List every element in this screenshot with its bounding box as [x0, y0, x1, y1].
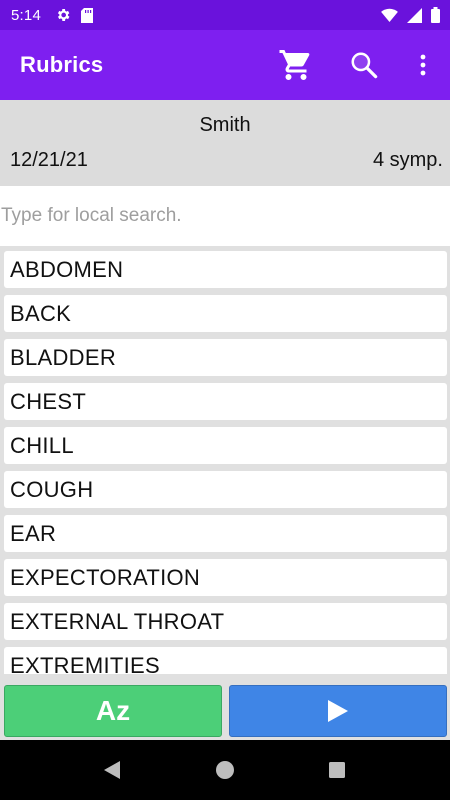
- list-item[interactable]: BLADDER: [4, 339, 447, 376]
- status-bar: 5:14: [0, 0, 450, 30]
- nav-recents-button[interactable]: [307, 740, 367, 800]
- cart-icon: [278, 47, 314, 83]
- patient-name: Smith: [199, 114, 251, 136]
- status-time: 5:14: [11, 6, 41, 24]
- list-item[interactable]: CHILL: [4, 427, 447, 464]
- more-vert-icon: [420, 54, 426, 76]
- list-item[interactable]: ABDOMEN: [4, 251, 447, 288]
- nav-home-button[interactable]: [195, 740, 255, 800]
- back-triangle-icon: [103, 760, 121, 780]
- more-options-button[interactable]: [408, 30, 438, 100]
- bottom-bar: Az: [0, 674, 450, 740]
- app-bar: Rubrics: [0, 30, 450, 100]
- signal-icon: [407, 7, 422, 23]
- sd-card-icon: [81, 7, 93, 23]
- search-input[interactable]: [0, 186, 450, 246]
- search-row: [0, 186, 450, 246]
- play-button[interactable]: [229, 685, 447, 737]
- home-circle-icon: [215, 760, 235, 780]
- list-item[interactable]: EXTERNAL THROAT: [4, 603, 447, 640]
- battery-icon: [431, 7, 440, 23]
- list-item[interactable]: EXPECTORATION: [4, 559, 447, 596]
- patient-date: 12/21/21: [10, 149, 88, 171]
- sort-az-button[interactable]: Az: [4, 685, 222, 737]
- list-item[interactable]: EAR: [4, 515, 447, 552]
- list-item[interactable]: EXTREMITIES: [4, 647, 447, 674]
- wifi-icon: [381, 8, 398, 22]
- rubric-list[interactable]: ABDOMEN BACK BLADDER CHEST CHILL COUGH E…: [0, 246, 450, 674]
- page-title: Rubrics: [20, 52, 104, 77]
- list-item[interactable]: COUGH: [4, 471, 447, 508]
- patient-header: Smith 12/21/21 4 symp.: [0, 100, 450, 186]
- sort-az-label: Az: [95, 695, 131, 726]
- symptom-count: 4 symp.: [372, 149, 443, 171]
- settings-icon: [55, 7, 71, 23]
- recents-square-icon: [328, 761, 346, 779]
- search-button[interactable]: [344, 30, 384, 100]
- system-nav-bar: [0, 740, 450, 800]
- search-icon: [349, 50, 379, 80]
- list-item[interactable]: CHEST: [4, 383, 447, 420]
- play-icon: [327, 699, 349, 723]
- nav-back-button[interactable]: [82, 740, 142, 800]
- cart-button[interactable]: [276, 30, 316, 100]
- list-item[interactable]: BACK: [4, 295, 447, 332]
